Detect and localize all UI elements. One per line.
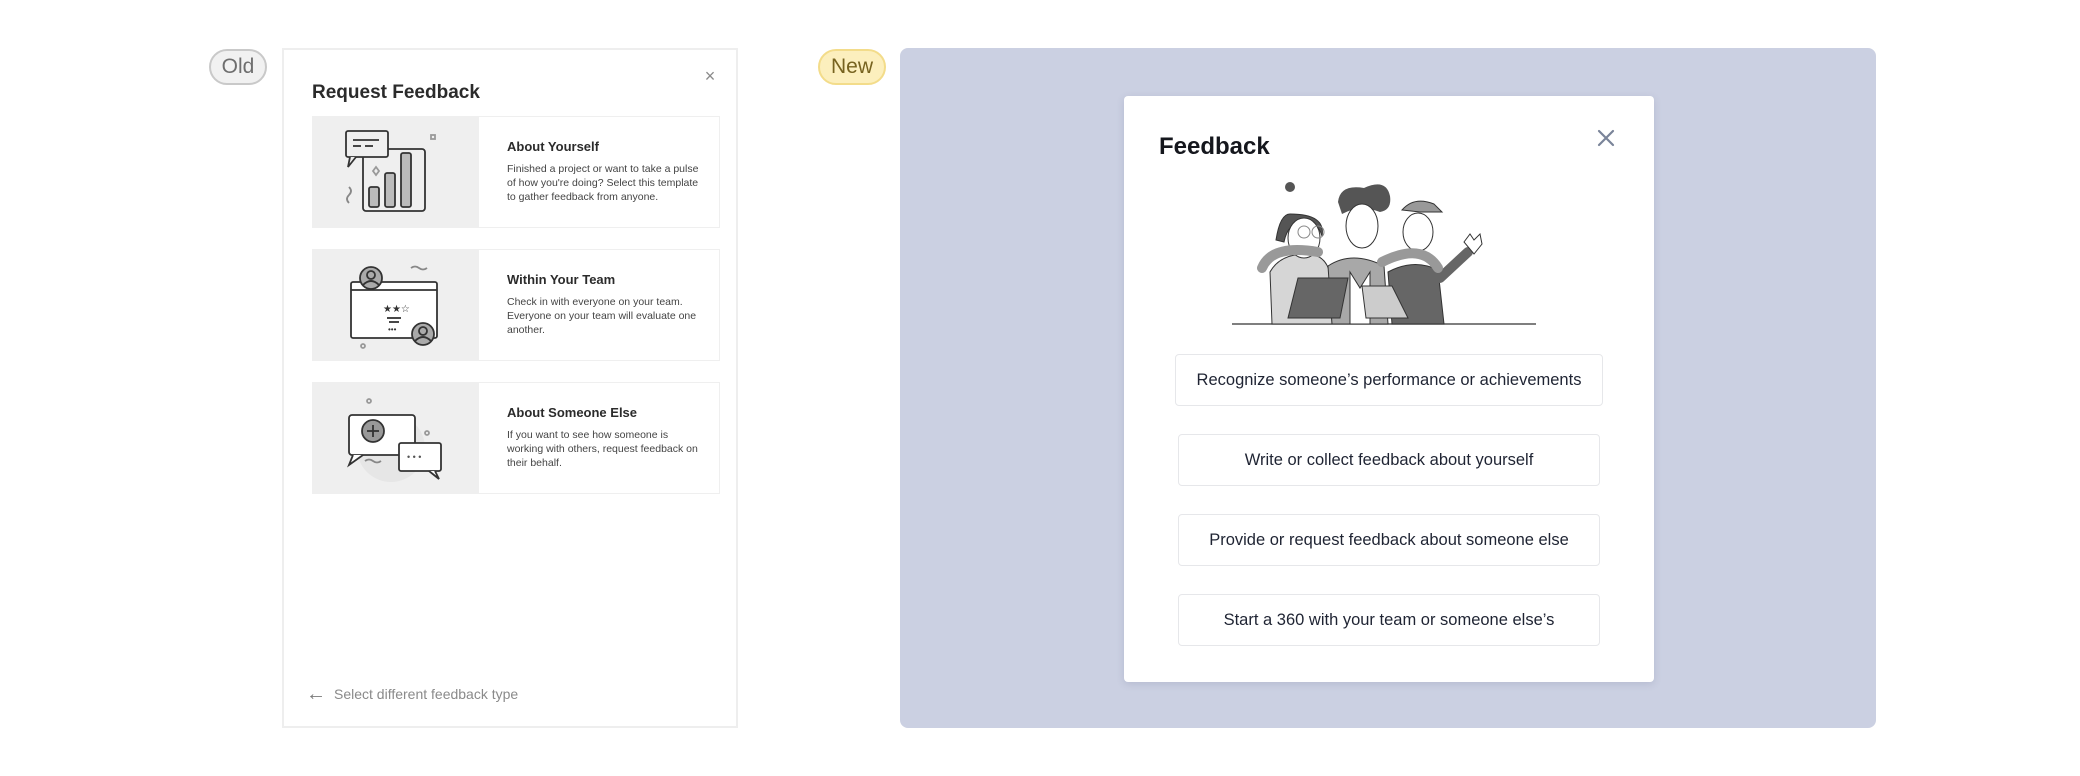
three-people-illustration-icon — [1232, 182, 1536, 325]
option-feedback-about-yourself-button[interactable]: Write or collect feedback about yourself — [1178, 434, 1600, 486]
new-feedback-dialog: Feedback Recognize someone’s performance… — [1124, 96, 1654, 682]
select-different-feedback-type-link[interactable]: ← Select different feedback type — [306, 684, 518, 704]
option-start-360-button[interactable]: Start a 360 with your team or someone el… — [1178, 594, 1600, 646]
speech-bubbles-illustration-icon: • • • — [313, 383, 479, 493]
close-icon[interactable]: × — [700, 66, 720, 86]
old-version-label: Old — [209, 49, 267, 85]
dialog-title: Feedback — [1159, 133, 1270, 160]
new-version-label: New — [818, 49, 886, 85]
close-icon[interactable] — [1594, 126, 1618, 150]
card-title: About Yourself — [507, 139, 599, 154]
arrow-left-icon: ← — [306, 683, 326, 705]
card-title: Within Your Team — [507, 272, 616, 287]
card-title: About Someone Else — [507, 405, 638, 420]
card-description: Finished a project or want to take a pul… — [507, 163, 699, 203]
card-description: If you want to see how someone is workin… — [507, 429, 698, 469]
team-window-illustration-icon: ★★☆ ••• — [313, 250, 479, 360]
svg-text:• • •: • • • — [407, 452, 421, 462]
svg-text:•••: ••• — [388, 325, 397, 334]
option-feedback-about-someone-else-button[interactable]: Provide or request feedback about someon… — [1178, 514, 1600, 566]
svg-text:★★☆: ★★☆ — [383, 304, 410, 315]
card-description: Check in with everyone on your team. Eve… — [507, 296, 697, 336]
card-about-someone-else[interactable]: • • • About Someone Else If you want to … — [312, 382, 720, 494]
bar-chart-illustration-icon — [313, 117, 479, 227]
old-request-feedback-dialog: × Request Feedback About Yourself Finish… — [282, 48, 738, 728]
card-within-your-team[interactable]: ★★☆ ••• Within Your Team Check in with e… — [312, 249, 720, 361]
option-recognize-performance-button[interactable]: Recognize someone’s performance or achie… — [1175, 354, 1603, 406]
dialog-title: Request Feedback — [312, 82, 480, 103]
card-about-yourself[interactable]: About Yourself Finished a project or wan… — [312, 116, 720, 228]
back-link-label: Select different feedback type — [334, 686, 519, 702]
